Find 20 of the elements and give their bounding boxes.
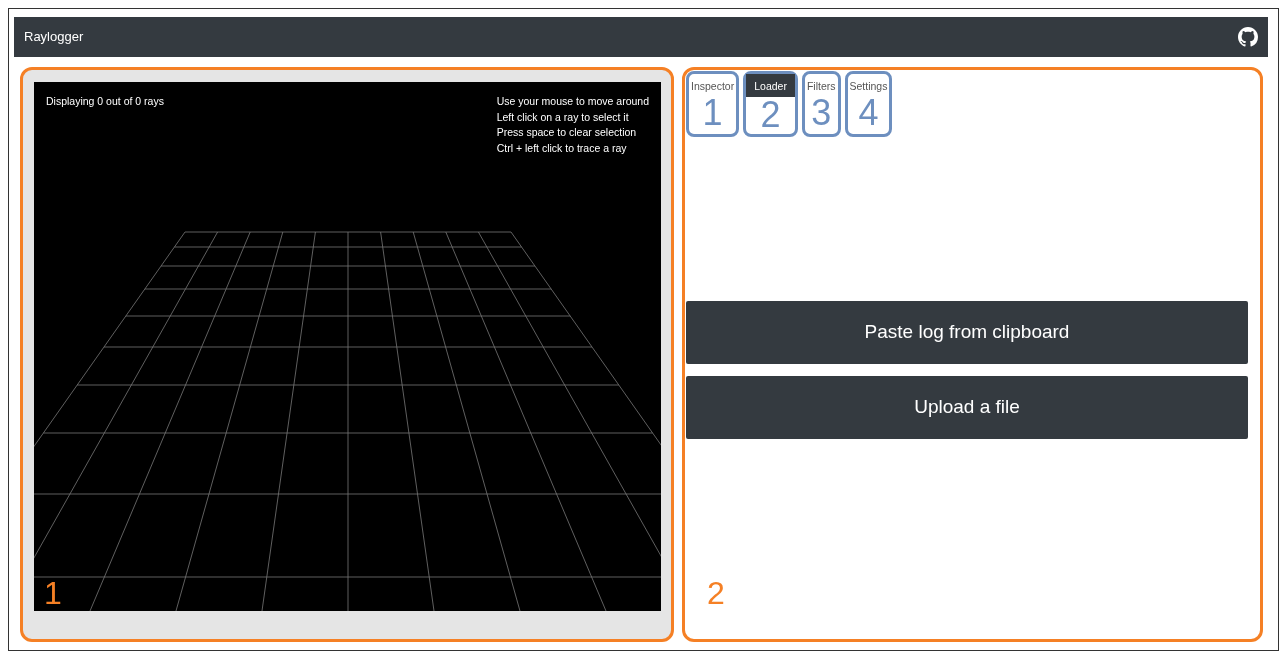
app-title: Raylogger [24, 28, 84, 47]
callout-number: 3 [811, 94, 832, 131]
action-button[interactable]: Paste log from clipboard [686, 301, 1248, 364]
help-text: Ctrl + left click to trace a ray [496, 141, 628, 157]
github-icon[interactable] [1238, 27, 1258, 47]
action-button[interactable]: Upload a file [686, 376, 1248, 439]
callout-number: 1 [702, 94, 723, 131]
tab[interactable]: Settings [847, 74, 890, 95]
tab[interactable]: Inspector [689, 74, 737, 95]
callout-number: 1 [44, 577, 62, 609]
callout-number: 2 [707, 577, 725, 609]
tab[interactable]: Loader [746, 74, 795, 97]
callout-number: 2 [760, 96, 781, 133]
tab[interactable]: Filters [804, 74, 838, 95]
callout-number: 4 [858, 94, 879, 131]
ray-count-text: Displaying 0 out of 0 rays [46, 94, 164, 109]
help-text: Press space to clear selection [496, 125, 638, 141]
help-text: Use your mouse to move around [496, 94, 649, 109]
help-text: Left click on a ray to select it [496, 109, 630, 125]
3d-viewport[interactable]: Displaying 0 out of 0 rays Use your mouse to move around Left click on a ray to select it Press space to clear selection Ctrl + left click to trace a ray 1 [34, 82, 661, 611]
